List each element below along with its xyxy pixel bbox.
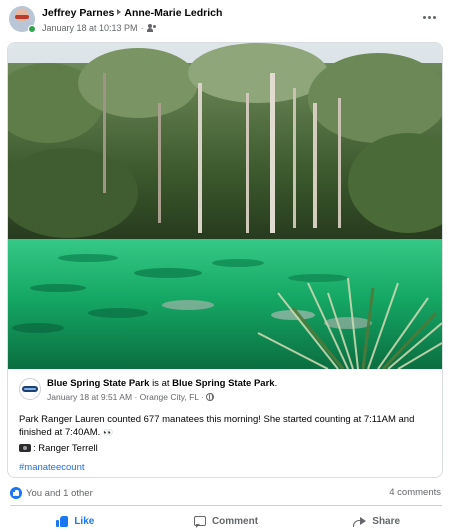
title-period: . bbox=[274, 378, 278, 389]
is-at-text: is at bbox=[152, 378, 170, 389]
share-button[interactable]: Share bbox=[301, 510, 452, 532]
photo-credit: : Ranger Terrell bbox=[19, 443, 98, 454]
post-photo[interactable] bbox=[8, 43, 442, 369]
post-author-line: Jeffrey Parnes Anne-Marie Ledrich bbox=[42, 7, 222, 19]
thumbs-up-icon bbox=[56, 515, 69, 527]
page-name-link[interactable]: Blue Spring State Park bbox=[47, 378, 149, 389]
place-link[interactable]: Orange City, FL bbox=[140, 392, 199, 402]
post-meta: January 18 at 10:13 PM · bbox=[42, 23, 157, 33]
post-header: Jeffrey Parnes Anne-Marie Ledrich January… bbox=[9, 6, 444, 36]
comment-bubble-icon bbox=[193, 516, 206, 528]
credit-text: : Ranger Terrell bbox=[33, 443, 98, 454]
shared-post-title: Blue Spring State Park is at Blue Spring… bbox=[47, 378, 277, 389]
online-status-indicator bbox=[28, 25, 36, 33]
shared-post-meta: January 18 at 9:51 AM · Orange City, FL … bbox=[47, 392, 215, 402]
shared-timestamp[interactable]: January 18 at 9:51 AM bbox=[47, 392, 132, 402]
reactions-summary[interactable]: You and 1 other bbox=[10, 486, 93, 500]
like-button[interactable]: Like bbox=[0, 510, 151, 532]
post-timestamp[interactable]: January 18 at 10:13 PM bbox=[42, 23, 138, 33]
post-action-bar: Like Comment Share bbox=[0, 510, 452, 532]
like-label: Like bbox=[74, 515, 95, 527]
feed-post: Jeffrey Parnes Anne-Marie Ledrich January… bbox=[0, 0, 452, 532]
share-label: Share bbox=[372, 515, 401, 527]
action-divider bbox=[10, 505, 442, 506]
camera-icon bbox=[19, 444, 31, 452]
to-arrow-icon bbox=[117, 9, 122, 15]
more-options-icon[interactable] bbox=[420, 10, 438, 24]
comment-button[interactable]: Comment bbox=[151, 510, 302, 532]
globe-icon[interactable] bbox=[206, 393, 215, 401]
friends-icon[interactable] bbox=[146, 24, 157, 32]
avatar-glasses bbox=[15, 15, 29, 19]
shared-post-body: Blue Spring State Park is at Blue Spring… bbox=[8, 369, 442, 477]
reactions-text: You and 1 other bbox=[26, 487, 93, 499]
meta-separator: · bbox=[201, 392, 204, 402]
location-link[interactable]: Blue Spring State Park bbox=[172, 378, 274, 389]
shared-post-text: Park Ranger Lauren counted 677 manatees … bbox=[19, 413, 433, 439]
hashtag-link[interactable]: #manateecount bbox=[19, 462, 85, 473]
meta-separator: · bbox=[134, 392, 138, 402]
like-reaction-icon bbox=[10, 487, 22, 499]
share-arrow-icon bbox=[353, 516, 367, 527]
recipient-name[interactable]: Anne-Marie Ledrich bbox=[124, 7, 222, 19]
comments-count-link[interactable]: 4 comments bbox=[389, 487, 441, 498]
comment-label: Comment bbox=[211, 515, 259, 527]
author-name[interactable]: Jeffrey Parnes bbox=[42, 7, 114, 19]
eyes-emoji: 👀 bbox=[102, 428, 113, 437]
post-message: Park Ranger Lauren counted 677 manatees … bbox=[19, 414, 415, 438]
shared-post-card[interactable]: Blue Spring State Park is at Blue Spring… bbox=[7, 42, 443, 478]
meta-separator: · bbox=[140, 23, 144, 33]
page-avatar-logo[interactable] bbox=[19, 378, 41, 400]
